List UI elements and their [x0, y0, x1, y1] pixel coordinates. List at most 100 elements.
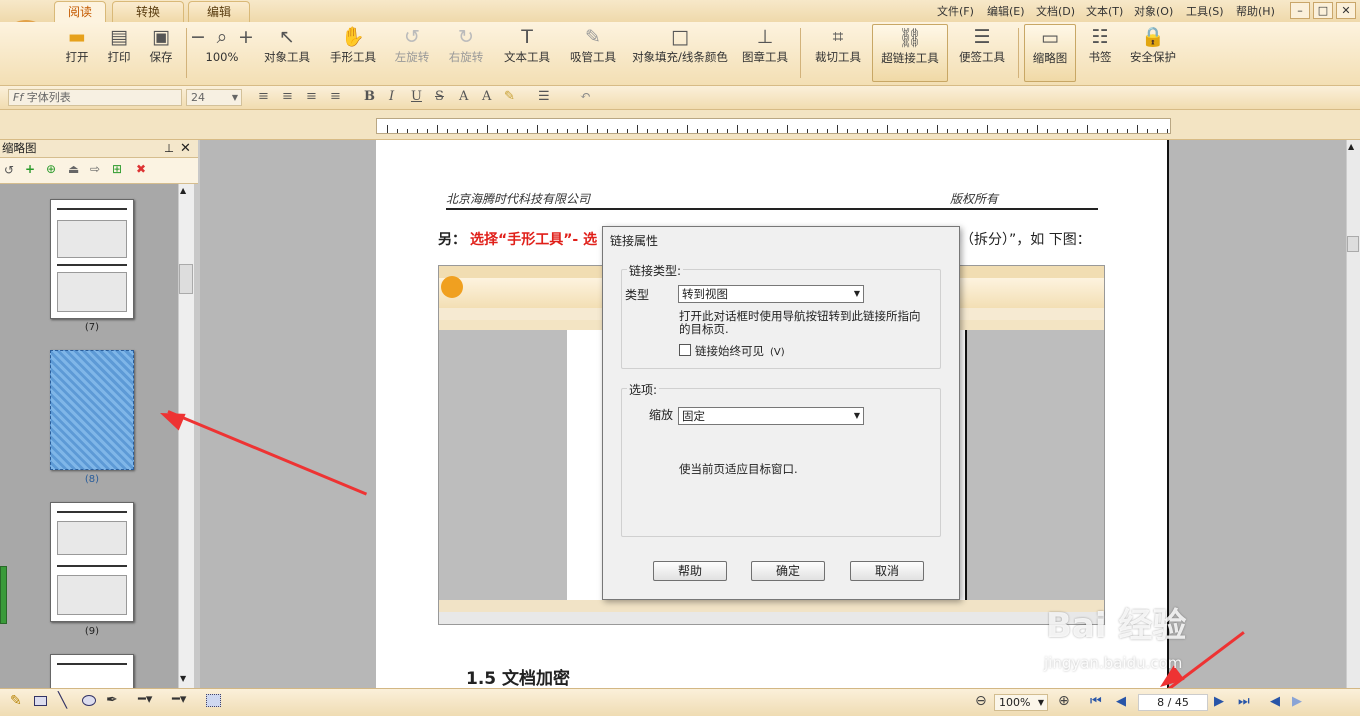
hyperlink-tool-button[interactable]: ⛓ 超链接工具: [872, 24, 948, 82]
forward-view-icon[interactable]: ▶: [1292, 694, 1302, 709]
object-tool-button[interactable]: ↖ 对象工具: [260, 26, 314, 64]
export-page-icon[interactable]: ⇨: [90, 162, 100, 176]
ruler-tick: [657, 129, 658, 133]
menu-help[interactable]: 帮助(H): [1236, 3, 1275, 19]
underline-icon[interactable]: U: [411, 89, 422, 104]
menu-tools[interactable]: 工具(S): [1186, 3, 1224, 19]
print-button[interactable]: ▤ 打印: [102, 26, 136, 64]
tab-read[interactable]: 阅读: [54, 1, 106, 22]
help-button[interactable]: 帮助: [653, 561, 727, 581]
paw-watermark-icon: [1122, 574, 1166, 618]
ruler-tick: [427, 129, 428, 133]
ok-button[interactable]: 确定: [751, 561, 825, 581]
scroll-up-icon[interactable]: ▲: [180, 186, 186, 195]
cancel-button[interactable]: 取消: [850, 561, 924, 581]
rectangle-icon[interactable]: [34, 696, 47, 706]
doc-scroll-thumb[interactable]: [1347, 236, 1359, 252]
document-scrollbar[interactable]: ▲: [1346, 140, 1360, 688]
prev-page-icon[interactable]: ◀: [1116, 694, 1126, 709]
bold-icon[interactable]: B: [364, 89, 375, 104]
zoom-button[interactable]: ⌕ 100%: [204, 26, 240, 64]
thumbnail-label: 缩略图: [1032, 51, 1068, 65]
hand-tool-button[interactable]: ✋ 手形工具: [326, 26, 380, 64]
first-page-icon[interactable]: ⏮: [1090, 694, 1102, 709]
page-number-input[interactable]: 8 / 45: [1138, 694, 1208, 711]
zoom-select[interactable]: 固定 ▼: [678, 407, 864, 425]
pen-icon[interactable]: ✒: [106, 692, 118, 708]
insert-page-icon[interactable]: ⊕: [46, 162, 56, 176]
text-tool-button[interactable]: T 文本工具: [500, 26, 554, 64]
minimize-button[interactable]: –: [1290, 2, 1310, 19]
menu-file[interactable]: 文件(F): [937, 3, 974, 19]
thumbnail-page-7[interactable]: [50, 199, 134, 319]
highlighter-icon[interactable]: ✎: [504, 89, 515, 104]
add-page-icon[interactable]: +: [25, 162, 35, 176]
undo-icon[interactable]: ↶: [580, 89, 591, 104]
last-page-icon[interactable]: ⏭: [1238, 694, 1250, 709]
align-left-icon[interactable]: ≡: [258, 89, 269, 104]
align-right-icon[interactable]: ≡: [306, 89, 317, 104]
line-style-icon[interactable]: ━▾: [138, 692, 152, 707]
cursor-icon: ↖: [279, 26, 295, 48]
menu-edit[interactable]: 编辑(E): [987, 3, 1025, 19]
rotate-page-icon[interactable]: ↺: [4, 163, 14, 177]
menu-object[interactable]: 对象(O): [1134, 3, 1173, 19]
pin-icon[interactable]: ⊥: [164, 140, 174, 157]
text-tool-label: 文本工具: [504, 50, 550, 64]
zoom-select-status[interactable]: 100% ▼: [994, 694, 1048, 711]
doc-scroll-up-icon[interactable]: ▲: [1348, 142, 1354, 151]
line-spacing-icon[interactable]: ☰: [538, 89, 550, 104]
strikethrough-icon[interactable]: S: [435, 89, 444, 104]
next-page-icon[interactable]: ▶: [1214, 694, 1224, 709]
maximize-button[interactable]: □: [1313, 2, 1333, 19]
align-justify-icon[interactable]: ≡: [330, 89, 341, 104]
panel-close-icon[interactable]: ✕: [180, 140, 191, 157]
fill-color-button[interactable]: □ 对象填充/线条颜色: [632, 26, 728, 64]
thumbnail-scroll-thumb[interactable]: [179, 264, 193, 294]
tab-edit[interactable]: 编辑: [188, 1, 250, 22]
thumbnail-label-7: (7): [84, 322, 100, 333]
replace-page-icon[interactable]: ⊞: [112, 162, 122, 176]
tab-convert[interactable]: 转换: [112, 1, 184, 22]
close-button[interactable]: ✕: [1336, 2, 1356, 19]
rotate-right-button[interactable]: ↻ 右旋转: [446, 26, 486, 64]
superscript-icon[interactable]: A: [459, 89, 468, 104]
delete-page-icon[interactable]: ✖: [136, 162, 146, 176]
menu-document[interactable]: 文档(D): [1036, 3, 1075, 19]
italic-icon[interactable]: I: [389, 89, 394, 104]
scroll-down-icon[interactable]: ▼: [180, 674, 186, 683]
thumbnail-page-8-selected[interactable]: [50, 350, 134, 470]
extract-page-icon[interactable]: ⏏: [68, 162, 79, 176]
subscript-icon[interactable]: A: [482, 89, 491, 104]
stamp-tool-button[interactable]: ⊥ 图章工具: [738, 26, 792, 64]
zoom-in-button[interactable]: +: [238, 26, 254, 51]
ruler-tick: [987, 125, 988, 133]
thumbnail-page-9[interactable]: [50, 502, 134, 622]
line-width-icon[interactable]: ━▾: [172, 692, 186, 707]
bookmark-button[interactable]: ☷ 书签: [1082, 26, 1118, 64]
back-view-icon[interactable]: ◀: [1270, 694, 1280, 709]
zoom-in-icon[interactable]: ⊕: [1058, 693, 1070, 709]
rotate-left-button[interactable]: ↺ 左旋转: [392, 26, 432, 64]
thumbnail-list[interactable]: (7) (8) (9): [0, 184, 178, 694]
font-list-select[interactable]: Ff 字体列表: [8, 89, 182, 106]
open-button[interactable]: ▬ 打开: [60, 26, 94, 64]
line-icon[interactable]: ╲: [58, 691, 67, 709]
font-size-select[interactable]: 24 ▼: [186, 89, 242, 106]
type-select[interactable]: 转到视图 ▼: [678, 285, 864, 303]
menu-text[interactable]: 文本(T): [1086, 3, 1123, 19]
thumbnail-button[interactable]: ▭ 缩略图: [1024, 24, 1076, 82]
note-tool-button[interactable]: ☰ 便签工具: [954, 26, 1010, 64]
select-area-icon[interactable]: [206, 694, 221, 707]
ruler-tick: [667, 129, 668, 133]
align-center-icon[interactable]: ≡: [282, 89, 293, 104]
always-visible-checkbox[interactable]: [679, 344, 691, 356]
crop-tool-button[interactable]: ⌗ 裁切工具: [810, 26, 866, 64]
zoom-out-button[interactable]: −: [190, 26, 206, 51]
zoom-out-icon[interactable]: ⊖: [975, 693, 987, 709]
security-button[interactable]: 🔒 安全保护: [1126, 26, 1180, 64]
pencil-icon[interactable]: ✎: [10, 693, 22, 709]
save-button[interactable]: ▣ 保存: [144, 26, 178, 64]
ellipse-icon[interactable]: [82, 695, 96, 706]
eyedropper-button[interactable]: ✎ 吸管工具: [566, 26, 620, 64]
